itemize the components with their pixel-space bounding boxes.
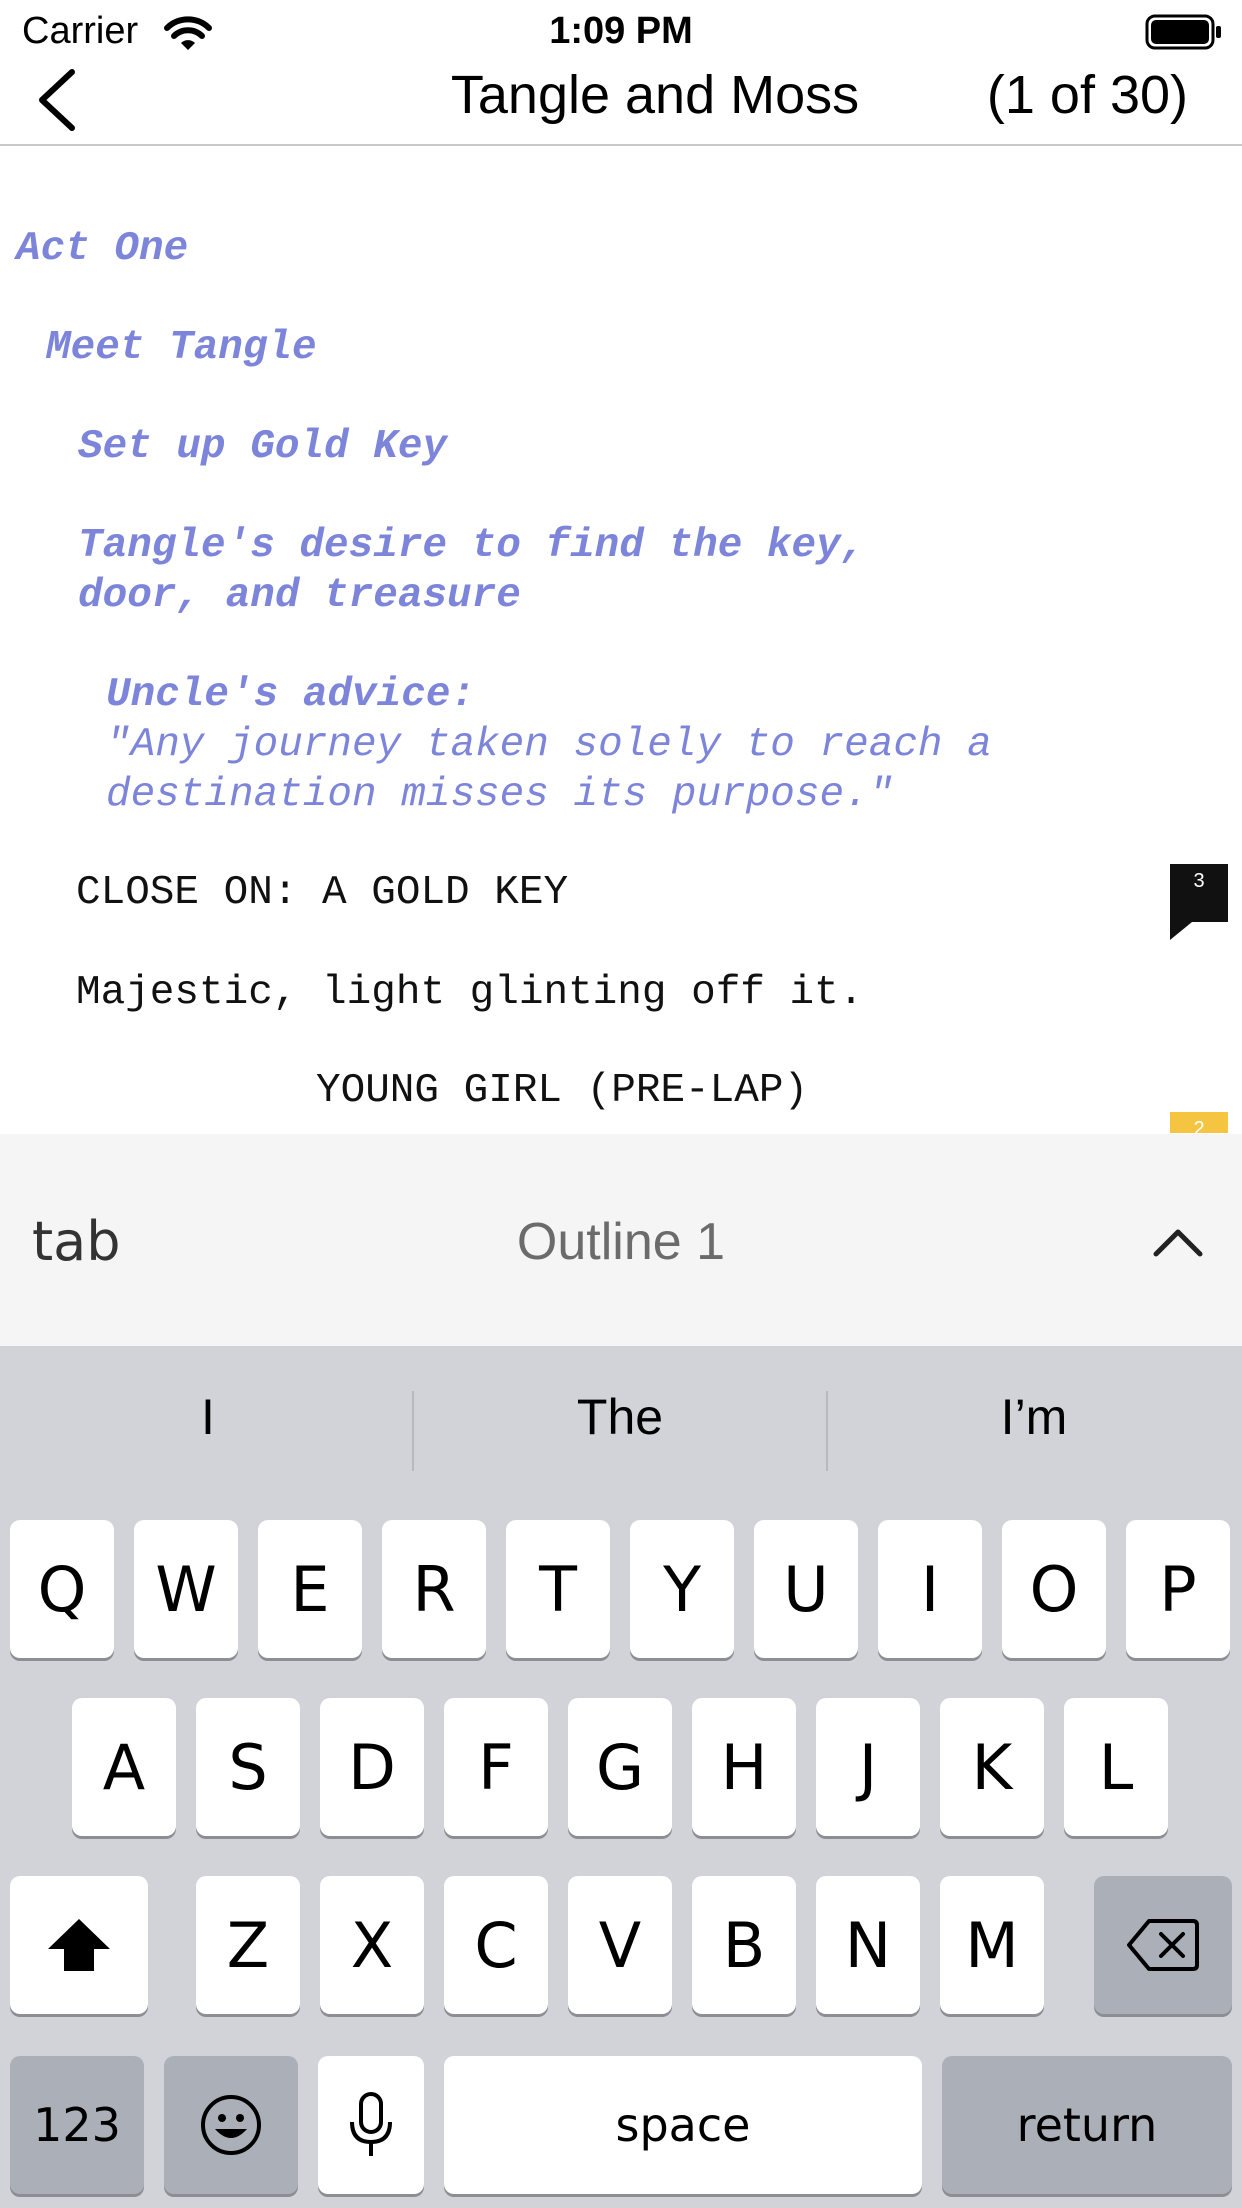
page-count: (1 of 30) xyxy=(986,65,1188,125)
key-s[interactable]: S xyxy=(196,1698,300,1836)
status-bar: Carrier 1:09 PM xyxy=(0,0,1242,60)
outline-quote-line-2[interactable]: destination misses its purpose." xyxy=(106,770,893,820)
element-toolbar: tab Outline 1 xyxy=(0,1134,1242,1346)
key-v[interactable]: V xyxy=(568,1876,672,2014)
key-n[interactable]: N xyxy=(816,1876,920,2014)
key-a[interactable]: A xyxy=(72,1698,176,1836)
nav-bar: Tangle and Moss (1 of 30) xyxy=(0,60,1242,146)
key-q[interactable]: Q xyxy=(10,1520,114,1658)
suggestion-3[interactable]: I’m xyxy=(884,1388,1184,1446)
battery-icon xyxy=(1145,14,1221,50)
outline-quote-line-1[interactable]: "Any journey taken solely to reach a xyxy=(106,720,992,770)
key-y[interactable]: Y xyxy=(630,1520,734,1658)
key-t[interactable]: T xyxy=(506,1520,610,1658)
script-editor[interactable]: Act One Meet Tangle Set up Gold Key Tang… xyxy=(0,148,1242,1133)
key-d[interactable]: D xyxy=(320,1698,424,1836)
scene-heading[interactable]: CLOSE ON: A GOLD KEY xyxy=(76,868,568,918)
key-w[interactable]: W xyxy=(134,1520,238,1658)
status-time: 1:09 PM xyxy=(549,10,693,52)
key-c[interactable]: C xyxy=(444,1876,548,2014)
chevron-up-icon xyxy=(1153,1229,1203,1257)
outline-sequence[interactable]: Meet Tangle xyxy=(46,323,317,373)
return-key[interactable]: return xyxy=(942,2056,1232,2194)
note-count: 2 xyxy=(1193,1118,1205,1133)
note-count: 3 xyxy=(1193,870,1205,892)
key-u[interactable]: U xyxy=(754,1520,858,1658)
key-o[interactable]: O xyxy=(1002,1520,1106,1658)
delete-key[interactable] xyxy=(1094,1876,1232,2014)
key-k[interactable]: K xyxy=(940,1698,1044,1836)
space-key[interactable]: space xyxy=(444,2056,922,2194)
outline-scene[interactable]: Set up Gold Key xyxy=(78,422,447,472)
key-b[interactable]: B xyxy=(692,1876,796,2014)
keyboard: I The I’m Q W E R T Y U I O P A S D F G … xyxy=(0,1346,1242,2208)
microphone-icon xyxy=(350,2092,392,2156)
key-x[interactable]: X xyxy=(320,1876,424,2014)
action-line[interactable]: Majestic, light glinting off it. xyxy=(76,968,863,1018)
character-name[interactable]: YOUNG GIRL (PRE-LAP) xyxy=(316,1066,808,1116)
backspace-icon xyxy=(1127,1919,1199,1971)
key-f[interactable]: F xyxy=(444,1698,548,1836)
key-z[interactable]: Z xyxy=(196,1876,300,2014)
key-h[interactable]: H xyxy=(692,1698,796,1836)
shift-icon xyxy=(48,1919,110,1971)
outline-scene-line-1[interactable]: Tangle's desire to find the key, xyxy=(78,521,865,571)
numbers-key[interactable]: 123 xyxy=(10,2056,144,2194)
key-m[interactable]: M xyxy=(940,1876,1044,2014)
dictation-key[interactable] xyxy=(318,2056,424,2194)
suggestion-2[interactable]: The xyxy=(470,1388,770,1446)
suggestion-1[interactable]: I xyxy=(58,1388,358,1446)
outline-note-heading[interactable]: Uncle's advice: xyxy=(106,670,475,720)
key-r[interactable]: R xyxy=(382,1520,486,1658)
key-j[interactable]: J xyxy=(816,1698,920,1836)
emoji-key[interactable] xyxy=(164,2056,298,2194)
key-g[interactable]: G xyxy=(568,1698,672,1836)
outline-act[interactable]: Act One xyxy=(16,224,188,274)
key-e[interactable]: E xyxy=(258,1520,362,1658)
emoji-icon xyxy=(201,2095,261,2155)
suggestion-bar: I The I’m xyxy=(0,1346,1242,1496)
note-badge-yellow[interactable]: 2 xyxy=(1170,1112,1228,1133)
shift-key[interactable] xyxy=(10,1876,148,2014)
element-type-label[interactable]: Outline 1 xyxy=(0,1212,1242,1272)
key-i[interactable]: I xyxy=(878,1520,982,1658)
key-p[interactable]: P xyxy=(1126,1520,1230,1658)
key-l[interactable]: L xyxy=(1064,1698,1168,1836)
outline-scene-line-2[interactable]: door, and treasure xyxy=(78,571,521,621)
note-badge[interactable]: 3 xyxy=(1170,864,1228,940)
collapse-button[interactable] xyxy=(1148,1212,1208,1272)
